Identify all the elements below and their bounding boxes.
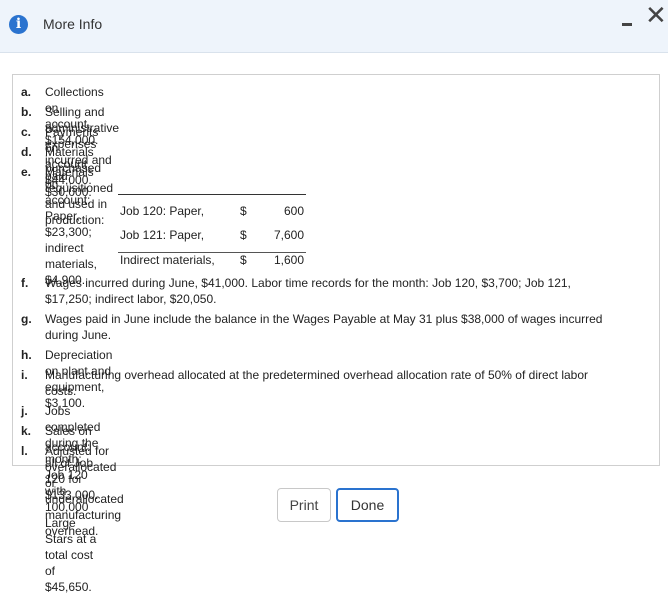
row-name: Job 120: Paper, xyxy=(120,204,205,218)
info-icon: i xyxy=(9,15,28,34)
item-text: Materials requisitioned and used in prod… xyxy=(45,165,114,227)
table-row: Job 120: Paper, $ 600 xyxy=(118,204,306,220)
item-text-line: Manufacturing overhead allocated at the … xyxy=(45,368,589,382)
print-button[interactable]: Print xyxy=(277,488,331,522)
item-label: b. xyxy=(21,105,32,119)
item-text: Manufacturing overhead allocated at the … xyxy=(45,367,645,399)
item-label: g. xyxy=(21,312,32,326)
close-icon[interactable]: ✕ xyxy=(645,3,667,29)
item-label: l. xyxy=(21,444,28,458)
item-label: f. xyxy=(21,276,29,290)
row-amount: 600 xyxy=(283,204,304,218)
item-text-line: $17,250; indirect labor, $20,050. xyxy=(45,292,217,306)
item-text: Adjusted for overallocated or underalloc… xyxy=(45,444,124,538)
dialog-title: More Info xyxy=(43,16,103,32)
dialog-header: i More Info ✕ xyxy=(0,0,668,53)
item-text-line: Wages paid in June include the balance i… xyxy=(45,312,603,326)
row-currency: $ xyxy=(240,204,247,218)
row-amount: 1,600 xyxy=(273,253,304,267)
item-text-line: during June. xyxy=(45,328,112,342)
row-currency: $ xyxy=(240,228,247,242)
table-row: Job 121: Paper, $ 7,600 xyxy=(118,228,306,244)
item-text: Wages incurred during June, $41,000. Lab… xyxy=(45,275,645,307)
item-label: j. xyxy=(21,404,28,418)
row-currency: $ xyxy=(240,253,247,267)
item-label: d. xyxy=(21,145,32,159)
item-label: e. xyxy=(21,165,32,179)
info-panel: a. Collections on account, $154,000. b. … xyxy=(12,74,660,594)
row-name: Job 121: Paper, xyxy=(120,228,205,242)
item-text-line: costs. xyxy=(45,384,77,398)
item-text: Wages paid in June include the balance i… xyxy=(45,311,645,343)
item-label: a. xyxy=(21,85,32,99)
item-label: k. xyxy=(21,424,32,438)
item-label: c. xyxy=(21,125,32,139)
table-top-rule xyxy=(118,194,306,195)
minimize-icon[interactable] xyxy=(622,23,632,26)
item-text-line: Wages incurred during June, $41,000. Lab… xyxy=(45,276,571,290)
done-button[interactable]: Done xyxy=(336,488,399,522)
item-label: i. xyxy=(21,368,28,382)
row-name: Indirect materials, xyxy=(120,253,215,267)
row-amount: 7,600 xyxy=(273,228,304,242)
table-row: Indirect materials, $ 1,600 xyxy=(118,252,306,271)
item-label: h. xyxy=(21,348,32,362)
